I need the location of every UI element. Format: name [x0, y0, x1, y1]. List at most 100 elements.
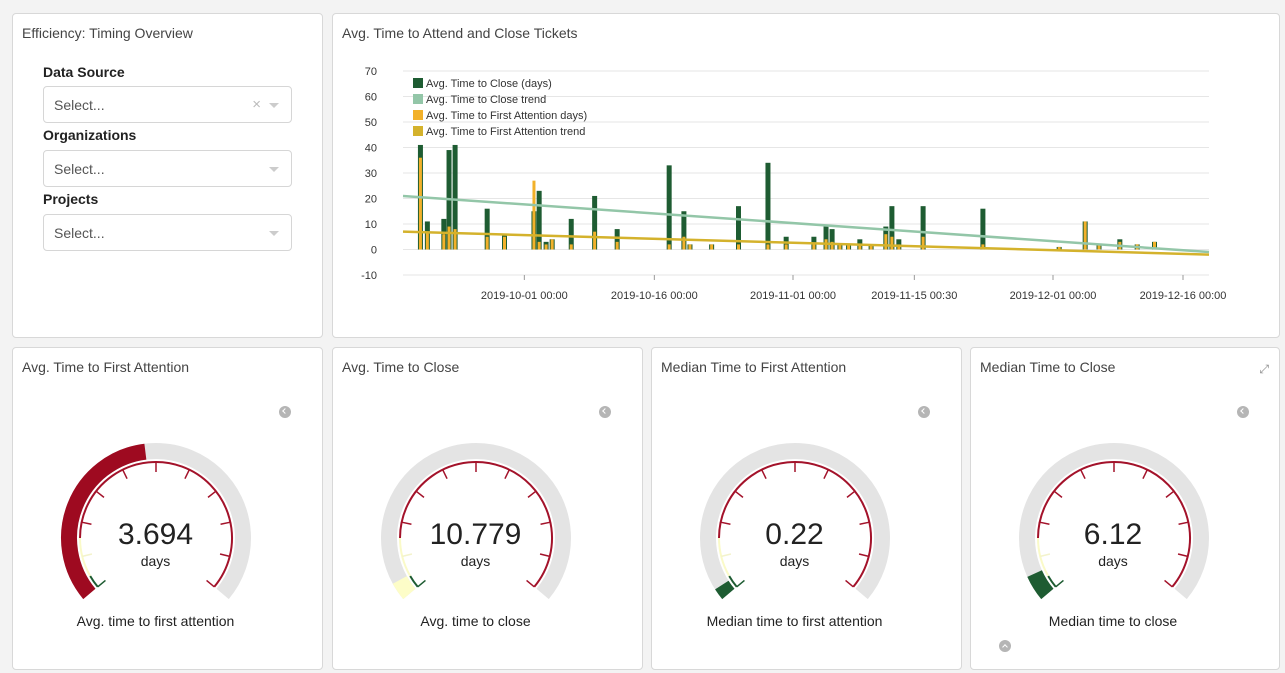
data-source-select[interactable]: Select... × — [43, 86, 292, 123]
gauge-label: Median time to close — [1048, 613, 1178, 629]
gauge-fill — [392, 575, 416, 600]
gauge-panel-avg-close: Avg. Time to Close 10.779 days Avg. time… — [332, 347, 643, 670]
legend-label: Avg. Time to First Attention days) — [426, 110, 587, 122]
chevron-down-icon[interactable] — [269, 103, 279, 108]
gauge-tick — [1165, 490, 1175, 498]
gauge-dial — [381, 443, 571, 600]
gauge-tick — [184, 469, 190, 480]
gauge-dial — [61, 443, 251, 600]
legend-label: Avg. Time to First Attention trend — [426, 126, 585, 138]
gauge-tick — [1053, 490, 1063, 498]
gauge-tick — [736, 579, 745, 588]
gauge-unit: days — [1098, 553, 1128, 569]
gauge-tick — [761, 469, 767, 480]
gauge-fill — [1027, 570, 1054, 600]
bar-attention — [550, 239, 554, 250]
legend-swatch — [413, 78, 423, 88]
gauge-tick — [526, 579, 535, 588]
bar-attention — [737, 244, 740, 250]
bar-attention — [569, 244, 573, 250]
x-tick-label: 2019-11-15 00:30 — [871, 290, 957, 302]
gauge-tick — [1142, 469, 1148, 480]
y-tick-label: -10 — [361, 270, 377, 282]
time-chart: 70 60 50 40 30 20 10 0 -10 2019-10-01 00:00 2019-1… — [361, 66, 1227, 302]
bar-attention — [784, 244, 788, 250]
bar-attention — [537, 241, 541, 250]
gauge-tick — [417, 579, 426, 588]
legend-label: Avg. Time to Close trend — [426, 94, 546, 106]
legend-label: Avg. Time to Close (days) — [426, 78, 552, 90]
gauge-tick — [504, 469, 510, 480]
chart-panel: Avg. Time to Attend and Close Tickets 70… — [332, 13, 1280, 338]
y-tick-label: 70 — [365, 66, 377, 78]
gauge-tick — [527, 490, 537, 498]
bar-attention — [766, 244, 770, 250]
gauge-label: Median time to first attention — [706, 613, 883, 629]
data-source-placeholder: Select... — [54, 97, 105, 113]
gauge-panel-median-first-attention: Median Time to First Attention 0.22 days… — [651, 347, 962, 670]
bar-attention — [425, 231, 429, 250]
gauge-tick — [206, 579, 215, 588]
panel-title: Efficiency: Timing Overview — [22, 25, 193, 41]
x-tick-label: 2019-12-16 00:00 — [1140, 290, 1227, 302]
gauge-panel-avg-first-attention: Avg. Time to First Attention 3.694 days … — [12, 347, 323, 670]
gauge-tick — [1080, 469, 1086, 480]
y-tick-label: 0 — [371, 245, 377, 257]
gauge-panel-median-close: Median Time to Close ⤢ 6.12 days Median … — [970, 347, 1280, 670]
bar-attention — [418, 157, 422, 250]
bar-close — [765, 162, 771, 250]
data-source-label: Data Source — [43, 64, 125, 80]
chart-legend: Avg. Time to Close (days) Avg. Time to Cl… — [413, 78, 587, 138]
bar-attention — [812, 244, 816, 250]
bar-close — [980, 208, 986, 250]
legend-swatch — [413, 94, 423, 104]
bar-attention — [890, 236, 894, 250]
bar-attention — [710, 244, 714, 250]
bar-attention — [503, 236, 506, 250]
bar-attention — [442, 234, 446, 250]
bar-attention — [884, 234, 888, 250]
filters-panel: Efficiency: Timing Overview Data Source … — [12, 13, 323, 338]
chevron-down-icon[interactable] — [269, 231, 279, 236]
organizations-placeholder: Select... — [54, 161, 105, 177]
scroll-up-icon[interactable] — [999, 640, 1011, 652]
y-tick-label: 30 — [365, 168, 377, 180]
gauge-unit: days — [460, 553, 491, 569]
bar-attention — [485, 236, 489, 250]
gauge-tick — [95, 490, 105, 498]
bar-close — [736, 206, 741, 250]
legend-swatch — [413, 110, 423, 120]
clear-icon[interactable]: × — [252, 96, 261, 113]
chevron-down-icon[interactable] — [269, 167, 279, 172]
bar-attention — [532, 180, 536, 250]
y-tick-label: 20 — [365, 194, 377, 206]
bar-attention — [1083, 221, 1087, 250]
bar-attention — [593, 231, 597, 250]
gauge-tick — [97, 579, 106, 588]
bar-attention — [667, 244, 671, 250]
bar-attention — [447, 226, 451, 250]
x-tick-label: 2019-10-16 00:00 — [611, 290, 698, 302]
organizations-label: Organizations — [43, 127, 137, 143]
organizations-select[interactable]: Select... — [43, 150, 292, 187]
gauge-dial — [1019, 443, 1209, 600]
gauge-value: 10.779 — [429, 518, 522, 551]
gauge-value: 3.694 — [117, 518, 194, 551]
bar-attention — [688, 244, 692, 250]
gauge-tick — [1055, 579, 1064, 588]
gauge-fill — [715, 580, 735, 600]
gauge-unit: days — [779, 553, 810, 569]
y-tick-label: 10 — [365, 219, 377, 231]
x-tick-label: 2019-12-01 00:00 — [1010, 290, 1097, 302]
x-tick-label: 2019-10-01 00:00 — [481, 290, 568, 302]
projects-placeholder: Select... — [54, 225, 105, 241]
projects-select[interactable]: Select... — [43, 214, 292, 251]
gauge-tick — [845, 579, 854, 588]
bar-close — [536, 190, 542, 250]
y-tick-label: 40 — [365, 143, 377, 155]
gauge-tick — [122, 469, 128, 480]
gauge-unit: days — [140, 553, 171, 569]
gauge-tick — [207, 490, 217, 498]
y-tick-label: 60 — [365, 92, 377, 104]
bar-attention — [615, 241, 619, 250]
